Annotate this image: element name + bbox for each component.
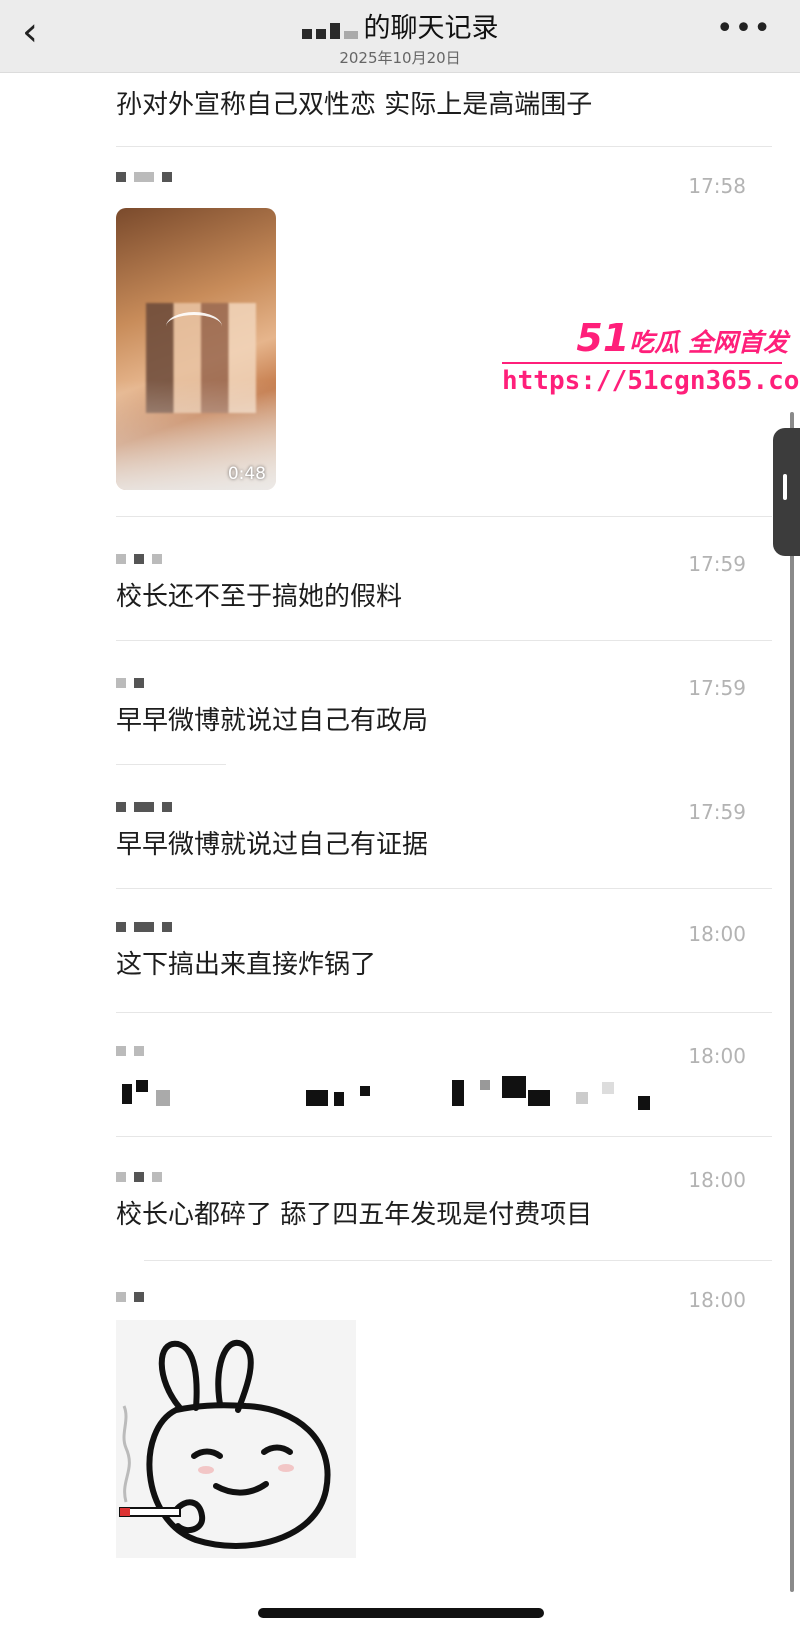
divider [116,516,772,517]
chat-message: 17:59 早早微博就说过自己有政局 [116,676,772,737]
video-duration: 0:48 [227,464,266,484]
chat-message: 18:00 [116,1044,772,1068]
smoking-rabbit-icon [119,1339,331,1549]
sender-name-censored [116,170,772,184]
watermark-brand: 51吃瓜 全网首发 [576,316,788,360]
sender-name-censored [116,552,772,566]
loading-arc-icon [166,312,222,341]
sender-name-censored [116,1170,772,1184]
divider [144,1260,772,1261]
divider [116,1012,772,1013]
scroll-handle[interactable] [773,428,800,556]
chat-message: 18:00 校长心都碎了 舔了四五年发现是付费项目 [116,1168,772,1231]
message-text: 孙对外宣称自己双性恋 实际上是高端围子 [116,90,593,120]
message-time: 17:59 [688,676,746,700]
home-indicator[interactable] [258,1608,544,1618]
chat-record-header: ‹ 的聊天记录 2025年10月20日 ••• [0,0,800,73]
message-text: 校长心都碎了 舔了四五年发现是付费项目 [116,1200,593,1230]
sender-name-censored [116,676,772,690]
scrollbar-track[interactable] [790,412,794,1592]
sender-name-censored [116,1290,772,1304]
more-options-button[interactable]: ••• [716,14,772,44]
message-time: 18:00 [688,922,746,946]
chat-message: 18:00 [116,1288,772,1312]
record-date: 2025年10月20日 [339,49,461,67]
divider [116,1136,772,1137]
watermark-url: https://51cgn365.com [502,366,800,396]
chat-message: 17:59 校长还不至于搞她的假料 [116,552,772,613]
divider [116,640,772,641]
censored-message-text [116,1076,676,1116]
divider [116,146,772,147]
chat-message: 孙对外宣称自己双性恋 实际上是高端围子 [116,84,772,121]
chat-message: 18:00 这下搞出来直接炸锅了 [116,920,772,981]
watermark-underline [502,362,782,364]
message-text: 早早微博就说过自己有证据 [116,830,429,860]
message-time: 18:00 [688,1044,746,1068]
message-text: 这下搞出来直接炸锅了 [116,950,377,980]
message-text: 校长还不至于搞她的假料 [116,582,403,612]
page-title: 的聊天记录 [363,13,499,44]
video-thumbnail[interactable]: 0:48 [116,208,276,490]
message-text: 早早微博就说过自己有政局 [116,706,429,736]
divider [116,888,772,889]
sender-name-censored [116,920,772,934]
message-time: 17:58 [688,174,746,198]
message-time: 17:59 [688,552,746,576]
chat-message: 17:59 早早微博就说过自己有证据 [116,800,772,861]
ellipsis-icon: ••• [715,11,772,46]
message-time: 17:59 [688,800,746,824]
divider [116,764,226,765]
sender-name-censored [116,800,772,814]
message-time: 18:00 [688,1168,746,1192]
message-time: 18:00 [688,1288,746,1312]
rabbit-sticker[interactable] [116,1320,356,1558]
sender-name-censored [116,1044,772,1058]
censored-name [301,13,358,39]
title-area: 的聊天记录 2025年10月20日 [0,6,800,68]
